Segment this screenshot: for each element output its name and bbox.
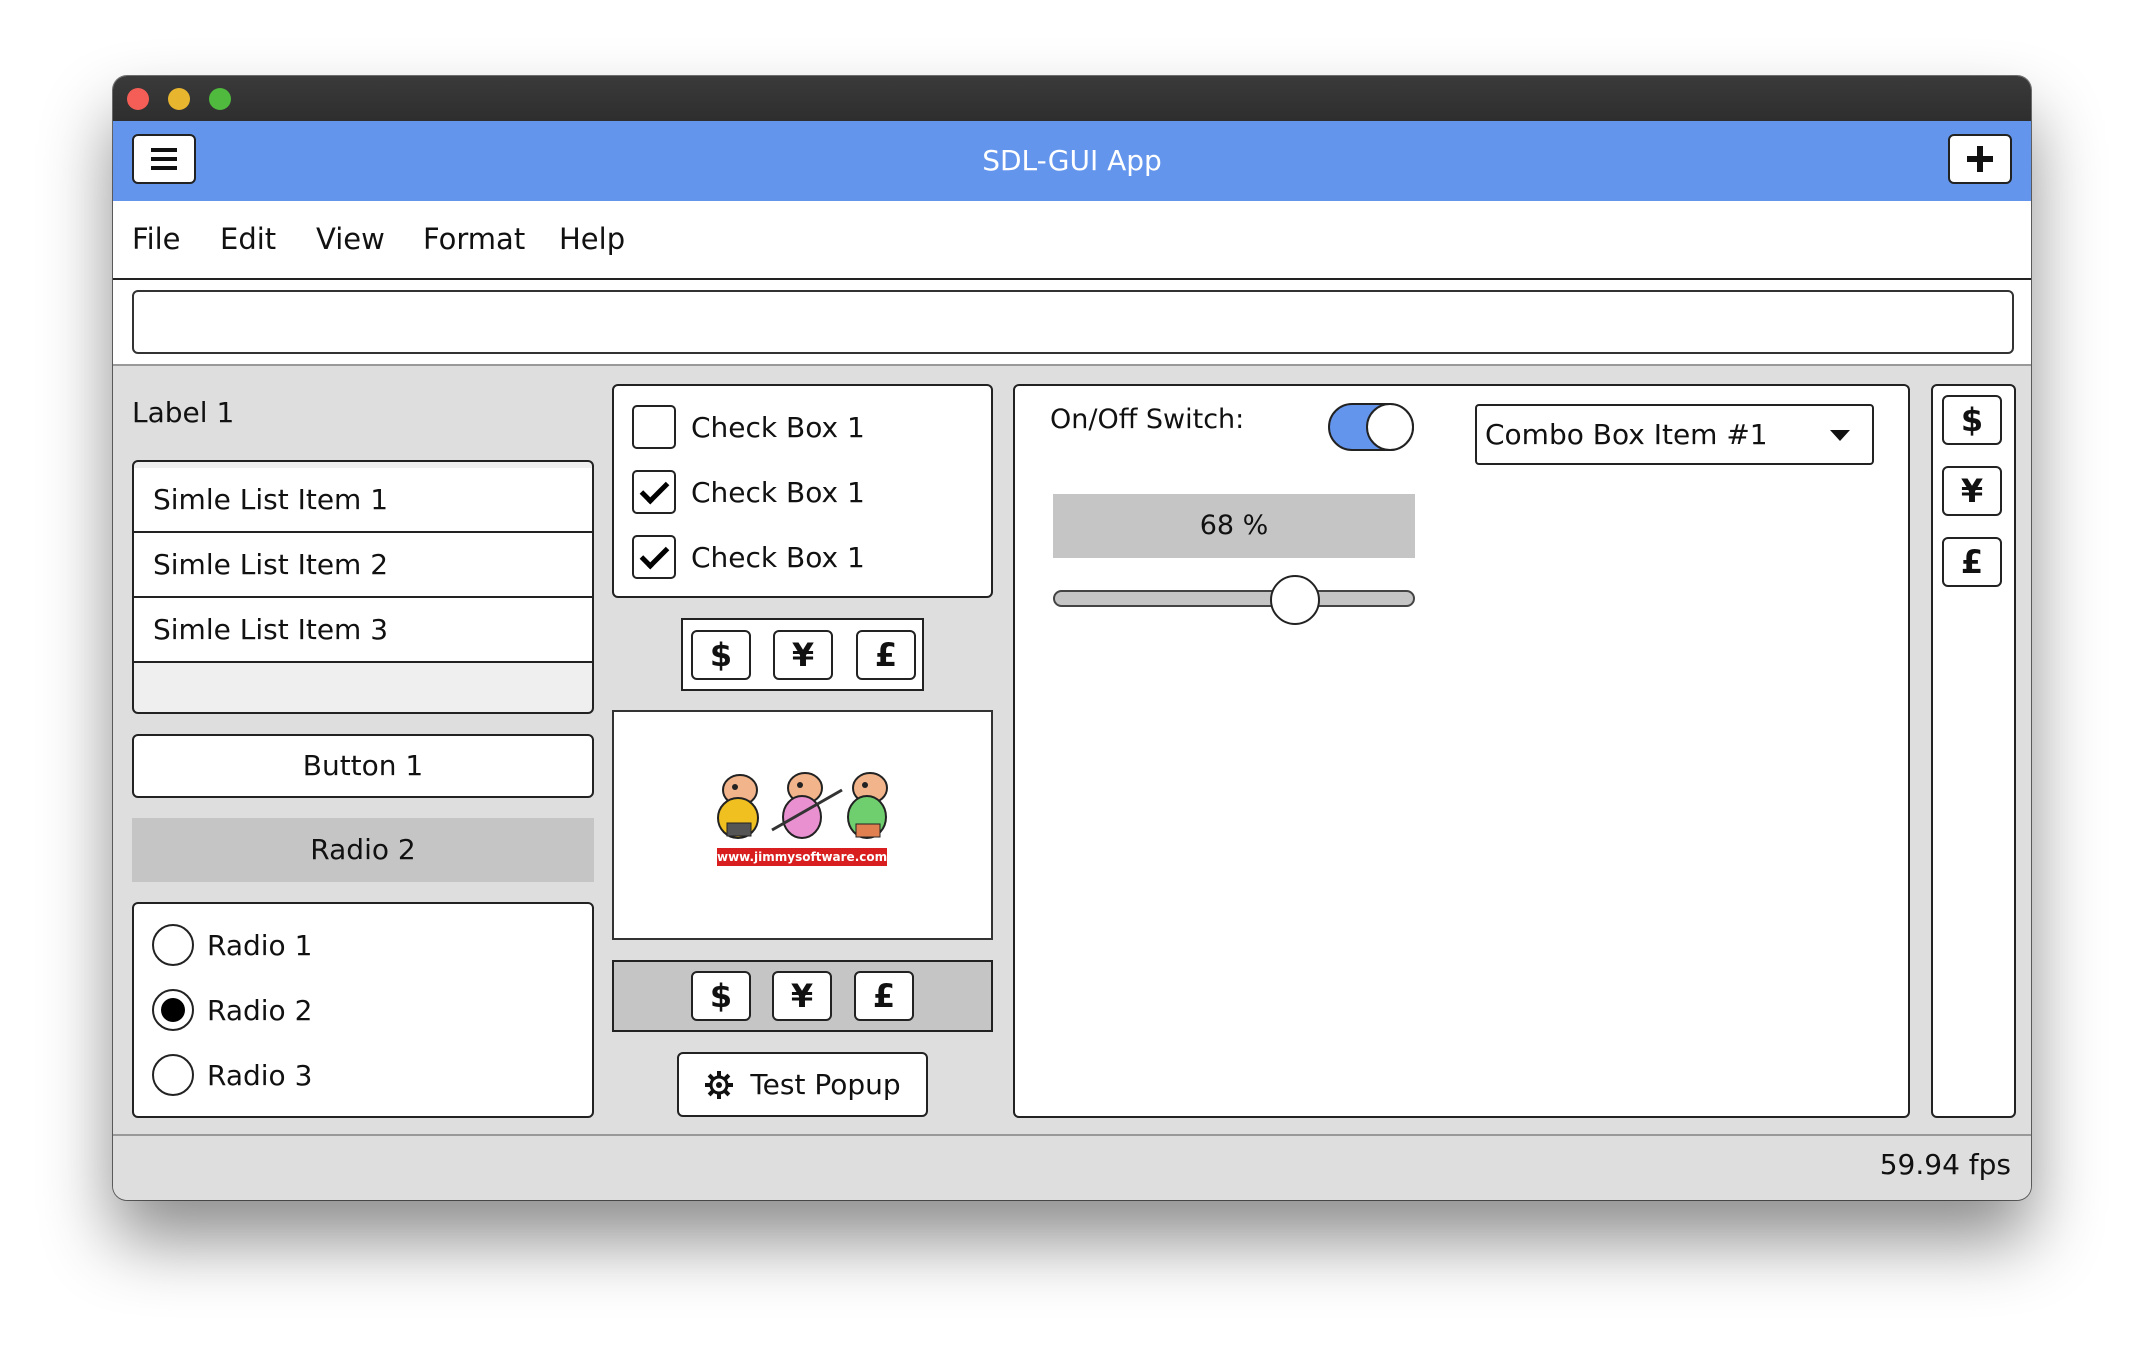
checkbox-option-1[interactable]: Check Box 1: [632, 404, 865, 450]
radio-button[interactable]: [152, 1054, 194, 1096]
title-bar: [113, 76, 2031, 121]
yen-button[interactable]: ¥: [772, 971, 832, 1021]
combo-box[interactable]: Combo Box Item #1: [1475, 404, 1874, 465]
menu-file[interactable]: File: [132, 201, 181, 278]
maximize-window-button[interactable]: [209, 88, 231, 110]
test-popup-button[interactable]: Test Popup: [677, 1052, 928, 1117]
yen-button[interactable]: ¥: [1942, 466, 2002, 516]
dollar-button[interactable]: $: [1942, 395, 2002, 445]
radio-option-1[interactable]: Radio 1: [152, 922, 312, 968]
text-input[interactable]: [132, 290, 2014, 354]
switch-knob[interactable]: [1366, 403, 1414, 451]
radio-group: Radio 1 Radio 2 Radio 3: [132, 902, 594, 1118]
pound-button[interactable]: £: [854, 971, 914, 1021]
app-window: SDL-GUI App File Edit View Format Help L…: [113, 76, 2031, 1200]
menu-edit[interactable]: Edit: [220, 201, 276, 278]
input-strip: [113, 280, 2031, 366]
image-panel: www.jimmysoftware.com: [612, 710, 993, 940]
label-1: Label 1: [132, 396, 235, 429]
checkbox[interactable]: [632, 470, 676, 514]
minimize-window-button[interactable]: [168, 88, 190, 110]
checkbox-group: Check Box 1 Check Box 1 Check Box 1: [612, 384, 993, 598]
pound-button[interactable]: £: [856, 630, 916, 680]
checkbox[interactable]: [632, 405, 676, 449]
simple-list[interactable]: Simle List Item 1 Simle List Item 2 Siml…: [132, 460, 594, 714]
dollar-button[interactable]: $: [691, 630, 751, 680]
yen-button[interactable]: ¥: [773, 630, 833, 680]
radio-button[interactable]: [152, 924, 194, 966]
checkbox-option-2[interactable]: Check Box 1: [632, 469, 865, 515]
image-caption: www.jimmysoftware.com: [717, 848, 888, 866]
status-bar: 59.94 fps: [113, 1134, 2031, 1200]
radio-option-3[interactable]: Radio 3: [152, 1052, 312, 1098]
selected-radio-display: Radio 2: [132, 818, 594, 882]
combo-box-value: Combo Box Item #1: [1485, 418, 1768, 451]
side-currency-toolbar: $ ¥ £: [1931, 384, 2016, 1118]
checkbox-option-3[interactable]: Check Box 1: [632, 534, 865, 580]
dollar-button[interactable]: $: [691, 971, 751, 1021]
on-off-switch[interactable]: [1328, 403, 1414, 451]
slider[interactable]: [1053, 575, 1415, 625]
fps-counter: 59.94 fps: [1879, 1148, 2011, 1181]
menu-view[interactable]: View: [316, 201, 385, 278]
checkbox-label: Check Box 1: [691, 475, 865, 509]
controls-panel: On/Off Switch: Combo Box Item #1 68 %: [1013, 384, 1910, 1118]
checkbox[interactable]: [632, 535, 676, 579]
radio-label: Radio 3: [207, 1058, 313, 1092]
radio-option-2[interactable]: Radio 2: [152, 987, 312, 1033]
chevron-down-icon[interactable]: [1830, 430, 1850, 441]
test-popup-label: Test Popup: [750, 1068, 901, 1101]
app-title: SDL-GUI App: [982, 144, 1162, 177]
button-1[interactable]: Button 1: [132, 734, 594, 798]
list-item[interactable]: Simle List Item 3: [134, 598, 592, 663]
checkbox-label: Check Box 1: [691, 540, 865, 574]
checkbox-label: Check Box 1: [691, 410, 865, 444]
list-item[interactable]: Simle List Item 1: [134, 468, 592, 533]
radio-label: Radio 2: [207, 993, 313, 1027]
pound-button[interactable]: £: [1942, 537, 2002, 587]
currency-button-group-bottom: $ ¥ £: [612, 960, 993, 1032]
switch-label: On/Off Switch:: [1050, 404, 1245, 435]
slider-thumb[interactable]: [1269, 575, 1320, 625]
currency-button-group-top: $ ¥ £: [681, 618, 924, 691]
list-item[interactable]: Simle List Item 2: [134, 533, 592, 598]
progress-bar: 68 %: [1053, 494, 1415, 558]
cartoon-logo-image: [717, 772, 888, 839]
add-button[interactable]: [1948, 134, 2012, 184]
radio-button[interactable]: [152, 989, 194, 1031]
menu-help[interactable]: Help: [559, 201, 625, 278]
plus-icon: [1967, 146, 1993, 172]
menu-format[interactable]: Format: [423, 201, 525, 278]
close-window-button[interactable]: [127, 88, 149, 110]
radio-label: Radio 1: [207, 928, 313, 962]
menu-bar: File Edit View Format Help: [113, 201, 2031, 280]
gear-icon: [705, 1070, 734, 1099]
app-header: SDL-GUI App: [113, 121, 2031, 201]
